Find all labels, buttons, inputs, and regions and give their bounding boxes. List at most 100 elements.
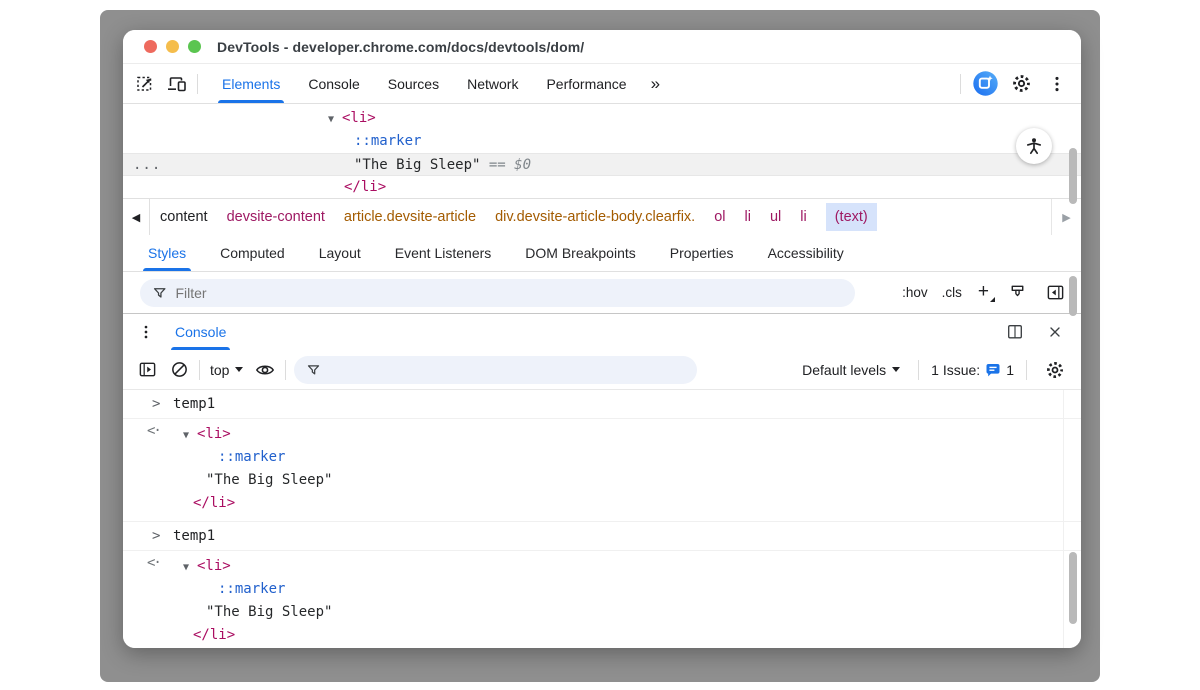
ai-assistance-button[interactable] xyxy=(969,68,1001,100)
styles-filter-input[interactable] xyxy=(175,285,843,301)
traffic-lights xyxy=(144,40,201,53)
console-scrollbar-thumb[interactable] xyxy=(1069,552,1077,624)
tab-layout[interactable]: Layout xyxy=(302,235,378,271)
console-prompt-icon: > xyxy=(152,522,160,551)
breadcrumb-item[interactable]: article.devsite-article xyxy=(344,209,476,225)
console-command[interactable]: > temp1 xyxy=(123,522,1081,551)
elements-dom-tree: ▼<li> ::marker ..."The Big Sleep" == $0 … xyxy=(123,104,1081,198)
toolbar-separator xyxy=(960,74,961,94)
toolbar-separator xyxy=(285,360,286,380)
eye-icon xyxy=(255,360,275,380)
breadcrumb-item[interactable]: content xyxy=(160,209,208,225)
tab-accessibility[interactable]: Accessibility xyxy=(751,235,861,271)
tab-dom-breakpoints[interactable]: DOM Breakpoints xyxy=(508,235,652,271)
sidebar-panel-right-arrow-icon xyxy=(138,360,157,379)
console-filter-field[interactable] xyxy=(294,356,697,384)
dom-node-li-close[interactable]: </li> xyxy=(123,176,1081,199)
execution-context-selector[interactable]: top xyxy=(204,362,249,378)
toggle-element-classes-button[interactable]: .cls xyxy=(938,282,966,303)
title-bar: DevTools - developer.chrome.com/docs/dev… xyxy=(123,30,1081,64)
console-prompt-icon: > xyxy=(152,390,160,419)
breadcrumb-item[interactable]: ul xyxy=(770,209,781,225)
tab-elements[interactable]: Elements xyxy=(208,64,294,103)
issues-counter-button[interactable]: 1 Issue: 1 xyxy=(931,362,1014,378)
expand-arrow-icon[interactable]: ▼ xyxy=(328,108,342,131)
drawer-header: Console xyxy=(123,313,1081,350)
toolbar-separator xyxy=(197,74,198,94)
tab-performance[interactable]: Performance xyxy=(532,64,640,103)
toggle-hover-state-button[interactable]: :hov xyxy=(898,282,932,303)
console-settings-button[interactable] xyxy=(1039,354,1071,386)
toggle-console-sidebar-button[interactable] xyxy=(131,354,163,386)
inspect-cursor-icon xyxy=(135,74,155,94)
filter-funnel-icon xyxy=(306,362,321,378)
console-result[interactable]: <· ▼<li> ::marker "The Big Sleep" </li> xyxy=(123,551,1081,648)
breadcrumb-item[interactable]: li xyxy=(745,209,751,225)
styles-filter-field[interactable] xyxy=(140,279,855,307)
device-toolbar-icon xyxy=(166,74,188,94)
toolbar-separator xyxy=(918,360,919,380)
dock-side-button[interactable] xyxy=(999,316,1031,348)
breadcrumb-scroll-left-button[interactable]: ◀ xyxy=(123,199,150,235)
more-tabs-button[interactable]: » xyxy=(641,74,669,94)
breadcrumb-item-selected[interactable]: (text) xyxy=(826,203,877,231)
inspect-element-button[interactable] xyxy=(129,68,161,100)
overflow-dots-adorner: ... xyxy=(133,154,161,177)
new-style-rule-button[interactable]: + xyxy=(972,281,995,305)
chevron-down-icon xyxy=(235,367,243,372)
close-window-button[interactable] xyxy=(144,40,157,53)
dom-breadcrumb-bar: ◀ content devsite-content article.devsit… xyxy=(123,198,1081,235)
console-result[interactable]: <· ▼<li> ::marker "The Big Sleep" </li> xyxy=(123,419,1081,522)
tab-sources[interactable]: Sources xyxy=(374,64,453,103)
tab-styles[interactable]: Styles xyxy=(131,235,203,271)
breadcrumb-item[interactable]: devsite-content xyxy=(227,209,325,225)
breadcrumb-item[interactable]: ol xyxy=(714,209,725,225)
drawer-menu-button[interactable] xyxy=(131,314,161,350)
sidebar-panel-left-arrow-icon xyxy=(1046,283,1065,302)
styles-scrollbar-thumb[interactable] xyxy=(1069,276,1077,316)
dom-node-li-open[interactable]: ▼<li> xyxy=(123,107,1081,130)
close-icon xyxy=(1047,324,1063,340)
paint-brush-icon xyxy=(1008,283,1027,302)
tab-event-listeners[interactable]: Event Listeners xyxy=(378,235,509,271)
clear-console-button[interactable] xyxy=(163,354,195,386)
zoom-window-button[interactable] xyxy=(188,40,201,53)
settings-button[interactable] xyxy=(1005,68,1037,100)
breadcrumb-item[interactable]: div.devsite-article-body.clearfix. xyxy=(495,209,695,225)
issues-message-icon xyxy=(985,362,1001,378)
panel-tabs: Elements Console Sources Network Perform… xyxy=(208,64,641,103)
dom-node-marker-pseudo[interactable]: ::marker xyxy=(123,130,1081,153)
tab-properties[interactable]: Properties xyxy=(653,235,751,271)
tab-computed[interactable]: Computed xyxy=(203,235,302,271)
drawer-tab-console[interactable]: Console xyxy=(161,314,240,350)
tab-console[interactable]: Console xyxy=(294,64,373,103)
console-command[interactable]: > temp1 xyxy=(123,390,1081,419)
expand-arrow-icon[interactable]: ▼ xyxy=(183,424,197,447)
console-filter-input[interactable] xyxy=(330,362,686,378)
breadcrumb: content devsite-content article.devsite-… xyxy=(160,203,1051,231)
accessibility-shortcut-button[interactable] xyxy=(1016,128,1052,164)
window-title: DevTools - developer.chrome.com/docs/dev… xyxy=(217,39,584,55)
tab-network[interactable]: Network xyxy=(453,64,532,103)
close-drawer-button[interactable] xyxy=(1039,316,1071,348)
toggle-device-toolbar-button[interactable] xyxy=(161,68,193,100)
log-levels-selector[interactable]: Default levels xyxy=(796,362,906,378)
rendering-emulation-button[interactable] xyxy=(1001,277,1033,309)
kebab-menu-icon xyxy=(138,324,154,340)
breadcrumb-scroll-right-button[interactable]: ▶ xyxy=(1051,199,1081,235)
elements-scrollbar-thumb[interactable] xyxy=(1069,148,1077,204)
console-messages: > temp1 <· ▼<li> ::marker "The Big Sleep… xyxy=(123,390,1081,648)
returned-value-arrow-icon: <· xyxy=(147,423,160,439)
toolbar-separator xyxy=(1026,360,1027,380)
toggle-computed-sidebar-button[interactable] xyxy=(1039,277,1071,309)
split-panel-icon xyxy=(1006,323,1024,341)
expand-arrow-icon[interactable]: ▼ xyxy=(183,556,197,579)
toolbar-separator xyxy=(199,360,200,380)
dom-node-text-selected[interactable]: ..."The Big Sleep" == $0 xyxy=(123,153,1081,176)
minimize-window-button[interactable] xyxy=(166,40,179,53)
gear-icon xyxy=(1011,73,1032,94)
breadcrumb-item[interactable]: li xyxy=(800,209,806,225)
create-live-expression-button[interactable] xyxy=(249,354,281,386)
devtools-menu-button[interactable] xyxy=(1041,68,1073,100)
gear-icon xyxy=(1045,360,1065,380)
